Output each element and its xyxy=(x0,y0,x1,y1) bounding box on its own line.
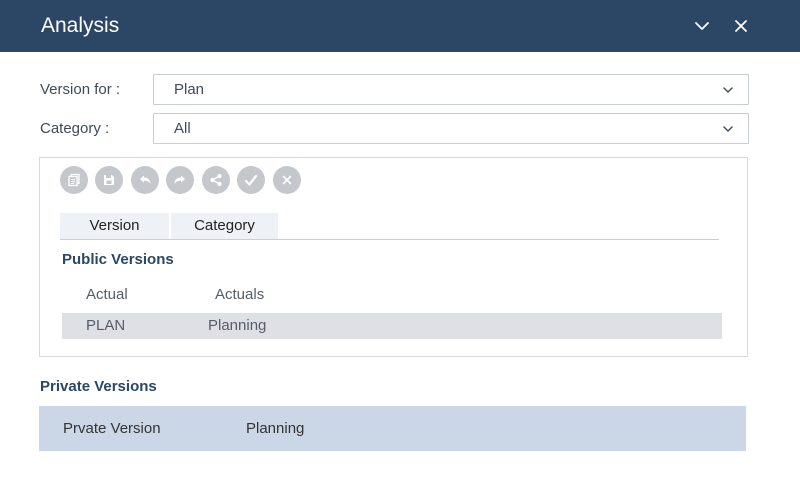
dialog-titlebar: Analysis xyxy=(0,0,800,52)
approve-icon xyxy=(244,174,258,186)
public-versions-title: Public Versions xyxy=(62,251,174,268)
version-for-label: Version for : xyxy=(40,81,121,98)
chevron-down-icon xyxy=(722,123,734,135)
copy-icon xyxy=(68,173,80,187)
column-tabs: Version Category xyxy=(60,213,719,240)
chevron-down-icon xyxy=(722,84,734,96)
save-button[interactable] xyxy=(95,166,123,194)
category-select[interactable]: All xyxy=(153,113,749,144)
versions-panel: Version Category Public Versions Actual … xyxy=(39,157,748,357)
delete-button[interactable] xyxy=(273,166,301,194)
undo-button[interactable] xyxy=(131,166,159,194)
row-version: Prvate Version xyxy=(63,420,161,437)
list-item[interactable]: Prvate Version Planning xyxy=(39,406,746,451)
list-item-selected[interactable]: PLAN Planning xyxy=(62,313,722,339)
private-versions-title: Private Versions xyxy=(40,378,157,395)
list-item[interactable]: Actual Actuals xyxy=(62,282,722,308)
row-version: PLAN xyxy=(86,317,126,334)
version-for-select[interactable]: Plan xyxy=(153,74,749,105)
redo-button[interactable] xyxy=(166,166,194,194)
share-icon xyxy=(210,174,222,186)
category-label: Category : xyxy=(40,120,110,137)
tab-category[interactable]: Category xyxy=(171,213,278,239)
collapse-chevron-icon[interactable] xyxy=(690,14,714,38)
undo-icon xyxy=(140,175,151,184)
save-icon xyxy=(104,175,114,185)
close-icon xyxy=(282,175,292,185)
row-category: Planning xyxy=(208,317,267,334)
tab-version[interactable]: Version xyxy=(60,213,169,239)
row-category: Planning xyxy=(246,420,305,437)
row-version: Actual xyxy=(86,286,128,303)
copy-button[interactable] xyxy=(60,166,88,194)
row-category: Actuals xyxy=(215,286,265,303)
dialog-title: Analysis xyxy=(41,14,120,37)
approve-button[interactable] xyxy=(237,166,265,194)
close-dialog-icon[interactable] xyxy=(729,14,753,38)
category-value: All xyxy=(174,120,191,137)
version-for-value: Plan xyxy=(174,81,205,98)
redo-icon xyxy=(174,175,185,184)
share-button[interactable] xyxy=(202,166,230,194)
